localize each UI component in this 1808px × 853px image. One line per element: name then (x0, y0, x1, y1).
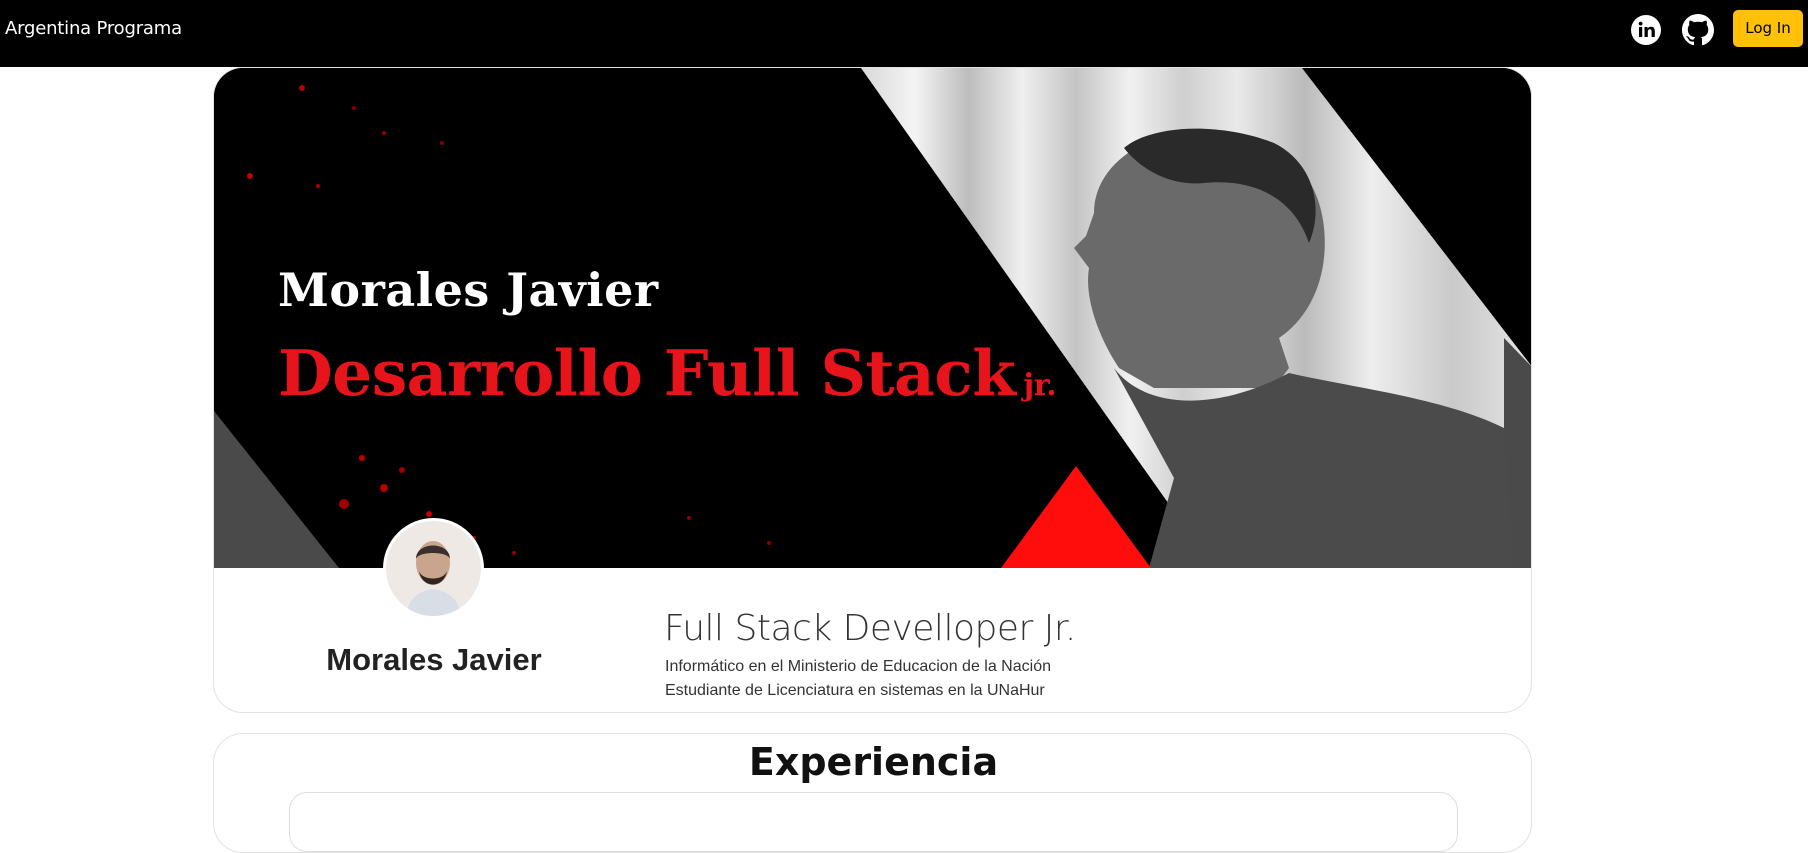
avatar (383, 518, 484, 619)
experience-heading: Experiencia (748, 740, 999, 784)
experience-item (289, 792, 1458, 852)
banner-name: Morales Javier (278, 263, 659, 317)
github-icon[interactable] (1682, 14, 1714, 46)
profile-banner: Morales Javier Desarrollo Full Stack jr. (214, 68, 1531, 568)
profile-card: Morales Javier Desarrollo Full Stack jr. … (213, 67, 1532, 713)
banner-role-suffix: jr. (1023, 368, 1057, 403)
job-description-line: Estudiante de Licenciatura en sistemas e… (665, 682, 1045, 699)
job-title: Full Stack Develloper Jr. (664, 608, 1076, 649)
banner-role-text: Desarrollo Full Stack (278, 336, 1016, 410)
top-navbar: Argentina Programa Log In (0, 0, 1808, 67)
job-description-line: Informático en el Ministerio de Educacio… (665, 658, 1051, 675)
brand-title[interactable]: Argentina Programa (5, 18, 182, 39)
profile-name: Morales Javier (326, 642, 542, 677)
banner-artwork (214, 68, 1531, 568)
avatar-photo (386, 521, 481, 616)
banner-role: Desarrollo Full Stack jr. (278, 336, 1057, 410)
experience-card: Experiencia (213, 733, 1532, 853)
linkedin-icon[interactable] (1630, 14, 1662, 46)
login-button[interactable]: Log In (1733, 10, 1803, 47)
